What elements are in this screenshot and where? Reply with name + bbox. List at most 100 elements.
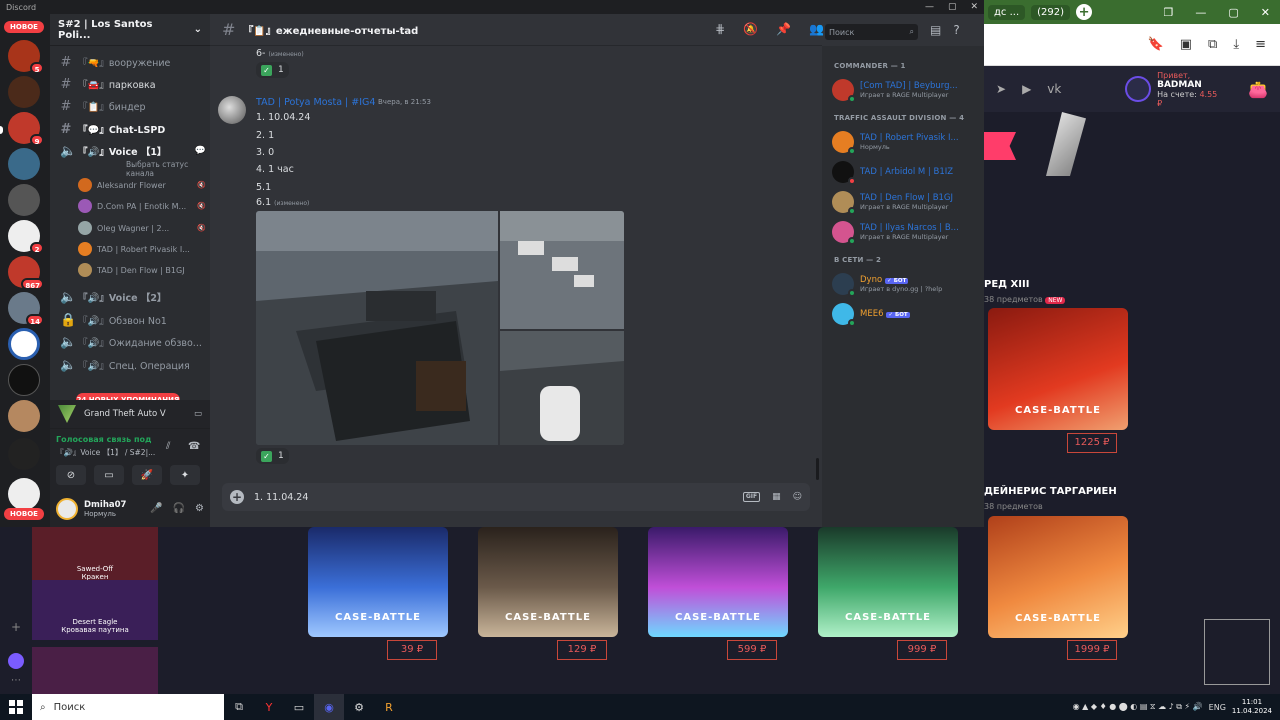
camera-off-icon[interactable]: ⊘ (56, 465, 86, 485)
discord-taskbar-icon[interactable]: ◉ (314, 694, 344, 720)
minimize-icon[interactable]: — (1195, 6, 1206, 19)
member-item[interactable]: MEE6 ✓ БОТ (832, 300, 980, 328)
chat-bubble-icon[interactable]: 💬 (195, 146, 206, 156)
voice-channel-name[interactable]: 『🔊』Voice 【1】 / S#2|... (56, 447, 155, 458)
yandex-browser-icon[interactable]: Y (254, 694, 284, 720)
screen-share-button[interactable]: ▭ (94, 465, 124, 485)
tray-icons[interactable]: ◉ ▲ ◆ ♦ ● ⬤ ◐ ▤ ⧖ ☁ ♪ ⧉ ⚡ 🔊 (1073, 702, 1203, 712)
members-icon[interactable]: 👥 (809, 22, 824, 36)
member-item[interactable]: Dyno ✓ БОТ Играет в dyno.gg | ?help (832, 270, 980, 298)
server-icon[interactable] (8, 438, 40, 470)
maximize-icon[interactable]: ▢ (948, 2, 957, 12)
site-user-box[interactable]: Привет, BADMAN На счете: 4.55 ₽ (1125, 71, 1224, 108)
server-icon[interactable] (8, 184, 40, 216)
side-item[interactable]: Desert Eagle Кровавая паутина (32, 580, 158, 640)
threads-icon[interactable]: ⋕ (715, 22, 725, 36)
case-price[interactable]: 1999 ₽ (1067, 640, 1117, 660)
channel-item[interactable]: # 『🔫』вооружение (56, 52, 206, 72)
sticker-icon[interactable]: ▦ (772, 492, 781, 502)
browser-tab-count[interactable]: (292) (1031, 4, 1071, 20)
member-item[interactable]: TAD | Ilyas Narcos | B... Играет в RAGE M… (832, 218, 980, 246)
case-price[interactable]: 999 ₽ (897, 640, 947, 660)
restore-icon[interactable]: ❐ (1164, 6, 1174, 19)
member-item[interactable]: TAD | Arbidol M | B1IZ (832, 158, 980, 186)
case-box[interactable]: CASE-BATTLE (988, 516, 1128, 638)
maximize-icon[interactable]: ▢ (1228, 6, 1238, 19)
case-price[interactable]: 1225 ₽ (1067, 433, 1117, 453)
case-box[interactable]: CASE-BATTLE (818, 527, 958, 637)
server-icon[interactable] (8, 400, 40, 432)
message-author[interactable]: TAD | Potya Mosta | #IG4 (256, 97, 375, 108)
search-input[interactable]: Поиск ⌕ (825, 24, 918, 40)
avatar[interactable] (218, 96, 246, 124)
server-icon[interactable] (8, 328, 40, 360)
rage-mp-icon[interactable]: R (374, 694, 404, 720)
case-box[interactable]: CASE-BATTLE (308, 527, 448, 637)
voice-user[interactable]: D.Com PA | Enotik M... 🔇 (78, 197, 206, 215)
reaction[interactable]: ✓ 1 (256, 448, 289, 464)
voice-channel-item[interactable]: 🔒 『🔊』Обзвон No1 (56, 310, 206, 330)
member-item[interactable]: TAD | Robert Pivasik I... Нормуль (832, 128, 980, 156)
vk-icon[interactable]: vk (1047, 82, 1061, 96)
emoji-icon[interactable]: ☺ (793, 492, 802, 502)
server-icon[interactable]: 9 (8, 112, 44, 146)
language-indicator[interactable]: ENG (1209, 703, 1226, 712)
voice-user[interactable]: Oleg Wagner | 2... 🔇 (78, 219, 206, 237)
case-box[interactable]: CASE-BATTLE (478, 527, 618, 637)
case-box[interactable]: CASE-BATTLE (988, 308, 1128, 430)
notifications-off-icon[interactable]: 🔕 (743, 22, 758, 36)
headphones-icon[interactable]: 🎧 (173, 503, 185, 514)
browser-tab[interactable]: дс ... (988, 4, 1026, 20)
download-icon[interactable]: ⤓ (1233, 37, 1239, 52)
screen-share-icon[interactable]: ▭ (194, 409, 202, 419)
inbox-icon[interactable]: ▤ (930, 23, 941, 37)
server-icon[interactable]: 14 (8, 292, 44, 326)
wallet-icon[interactable]: 👛 (1248, 80, 1268, 99)
server-icon[interactable]: 867 (8, 256, 44, 290)
taskbar-search[interactable]: ⌕ Поиск (32, 694, 224, 720)
microphone-icon[interactable]: 🎤 (150, 503, 162, 514)
help-icon[interactable]: ? (953, 23, 959, 37)
windows-start-icon[interactable] (0, 694, 32, 720)
channel-item[interactable]: # 『📋』биндер (56, 96, 206, 116)
steam-icon[interactable]: ⚙ (344, 694, 374, 720)
server-icon[interactable]: 5 (8, 40, 44, 74)
voice-channel-item[interactable]: 🔈 『🔊』Ожидание обзво... (56, 332, 206, 352)
server-header[interactable]: S#2 | Los Santos Poli... ⌄ (50, 14, 210, 46)
close-icon[interactable]: ✕ (970, 2, 978, 12)
disconnect-icon[interactable]: ☎ (188, 441, 200, 452)
clock[interactable]: 11:01 11.04.2024 (1232, 698, 1272, 716)
side-item[interactable]: Sawed-Off Кракен (32, 527, 158, 587)
youtube-icon[interactable]: ▶ (1022, 82, 1031, 96)
more-icon[interactable]: ⋯ (8, 675, 24, 691)
avatar[interactable] (56, 497, 78, 520)
voice-user[interactable]: Aleksandr Flower 🔇 (78, 176, 206, 194)
server-icon[interactable] (8, 76, 40, 108)
pip-icon[interactable]: ▣ (1180, 37, 1192, 52)
channel-item[interactable]: # 『💬』Chat-LSPD (56, 119, 206, 139)
voice-channel-item[interactable]: 🔈 『🔊』Voice 【1】 💬 (56, 141, 206, 161)
gif-button[interactable]: GIF (742, 492, 761, 502)
minimize-icon[interactable]: — (925, 2, 934, 12)
server-icon[interactable]: 2 (8, 220, 44, 254)
reaction[interactable]: ✓ 1 (256, 62, 289, 78)
server-icon[interactable] (8, 148, 40, 180)
case-price[interactable]: 39 ₽ (387, 640, 437, 660)
extensions-icon[interactable]: ⧉ (1208, 37, 1217, 52)
gear-icon[interactable]: ⚙ (195, 503, 204, 514)
telegram-icon[interactable]: ➤ (996, 82, 1006, 96)
voice-user[interactable]: TAD | Den Flow | B1GJ (78, 261, 206, 279)
new-tab-button[interactable]: + (1076, 4, 1093, 20)
voice-status[interactable]: Голосовая связь под (56, 435, 152, 444)
menu-icon[interactable]: ≡ (1255, 37, 1266, 52)
server-icon[interactable] (8, 364, 40, 396)
case-box[interactable]: CASE-BATTLE (648, 527, 788, 637)
voice-user[interactable]: TAD | Robert Pivasik I... (78, 240, 206, 258)
task-view-icon[interactable]: ⧉ (224, 694, 254, 720)
activity-rocket-icon[interactable]: 🚀 (132, 465, 162, 485)
file-explorer-icon[interactable]: ▭ (284, 694, 314, 720)
attach-plus-icon[interactable]: + (230, 490, 244, 504)
case-price[interactable]: 129 ₽ (557, 640, 607, 660)
bookmark-icon[interactable]: 🔖 (1148, 37, 1164, 52)
member-item[interactable]: TAD | Den Flow | B1GJ Играет в RAGE Multi… (832, 188, 980, 216)
